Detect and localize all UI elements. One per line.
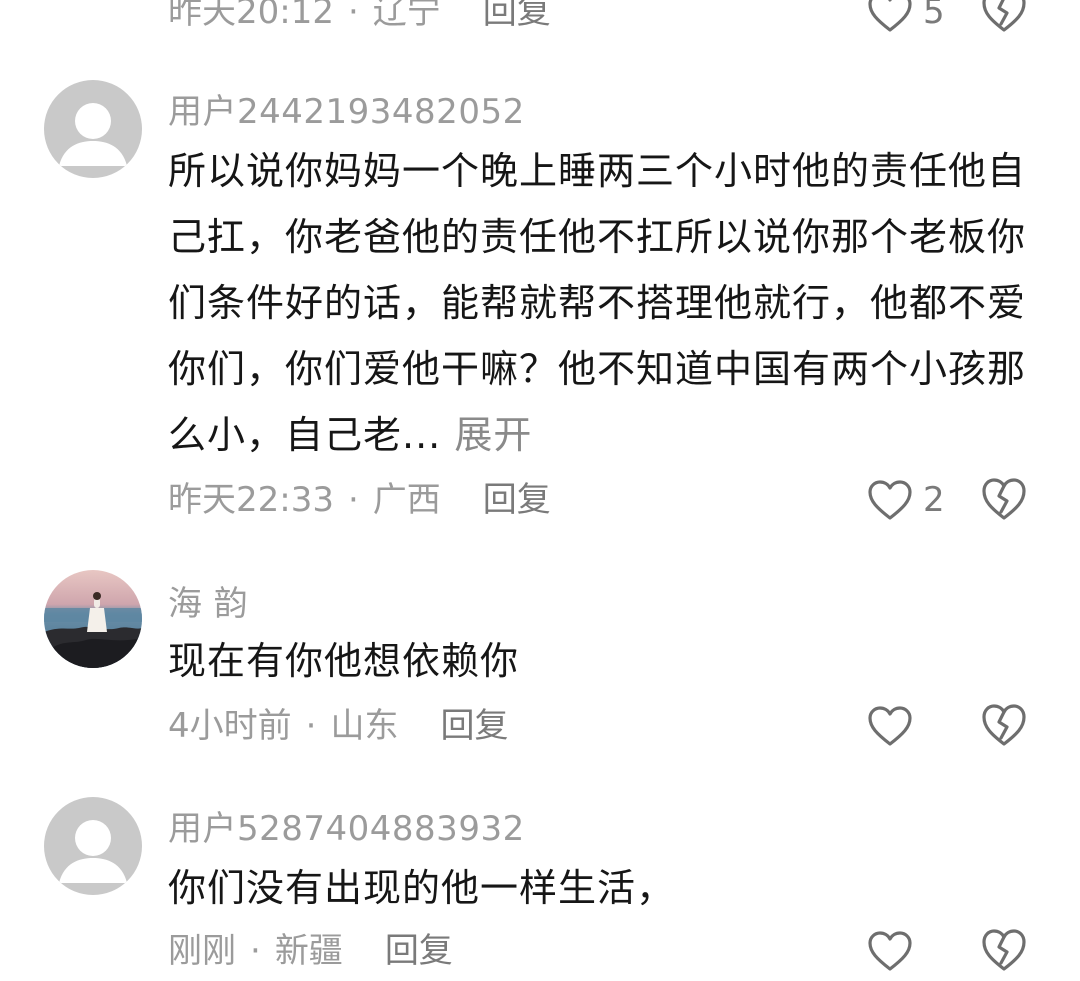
comment-text: 现在有你他想依赖你	[168, 628, 1030, 694]
like-count: 2	[923, 480, 945, 520]
meta-separator: ·	[305, 706, 317, 746]
comment-time: 昨天20:12	[168, 0, 334, 32]
default-avatar-icon	[59, 820, 127, 883]
comment-time: 4小时前	[168, 706, 292, 746]
comment-location: 新疆	[274, 931, 343, 971]
expand-link[interactable]: 展开	[454, 413, 532, 457]
comment-location: 辽宁	[372, 0, 441, 32]
like-button[interactable]: 2	[867, 470, 945, 530]
like-button[interactable]	[867, 696, 945, 756]
like-button[interactable]: 5	[867, 0, 945, 42]
comment-location: 广西	[372, 480, 441, 520]
default-avatar-icon	[59, 103, 127, 166]
reply-button[interactable]: 回复	[483, 0, 551, 32]
reply-button[interactable]: 回复	[483, 480, 551, 520]
comment-body: 你们没有出现的他一样生活，	[168, 866, 676, 910]
broken-heart-icon[interactable]	[980, 476, 1028, 522]
comment-text: 你们没有出现的他一样生活，	[168, 855, 1030, 921]
username[interactable]: 用户2442193482052	[168, 84, 525, 133]
heart-outline-icon	[867, 479, 913, 521]
username[interactable]: 海 韵	[168, 576, 248, 625]
comment-item: 用户5287404883932 你们没有出现的他一样生活， 刚刚 · 新疆 回复	[0, 797, 1080, 973]
like-button[interactable]	[867, 921, 945, 981]
broken-heart-icon[interactable]	[980, 0, 1028, 34]
photo-avatar-image	[44, 570, 142, 668]
broken-heart-icon[interactable]	[980, 702, 1028, 748]
comment-item: 用户2442193482052 所以说你妈妈一个晚上睡两三个小时他的责任他自己扛…	[0, 78, 1080, 538]
meta-separator: ·	[347, 0, 359, 32]
broken-heart-icon[interactable]	[980, 927, 1028, 973]
avatar[interactable]	[44, 797, 142, 895]
comment-time: 昨天22:33	[168, 480, 334, 520]
username[interactable]: 用户5287404883932	[168, 801, 525, 850]
avatar[interactable]	[44, 80, 142, 178]
reply-button[interactable]: 回复	[440, 706, 508, 746]
comment-time: 刚刚	[168, 931, 236, 971]
like-count: 5	[923, 0, 945, 32]
comment-body: 所以说你妈妈一个晚上睡两三个小时他的责任他自己扛，你老爸他的责任他不扛所以说你那…	[168, 149, 1027, 457]
comment-location: 山东	[330, 706, 399, 746]
heart-outline-icon	[867, 0, 913, 33]
heart-outline-icon	[867, 930, 913, 972]
comment-body: 现在有你他想依赖你	[168, 639, 520, 683]
avatar[interactable]	[44, 570, 142, 668]
heart-outline-icon	[867, 705, 913, 747]
comment-item: 昨天20:12 · 辽宁 回复 5	[0, 0, 1080, 40]
comment-text: 所以说你妈妈一个晚上睡两三个小时他的责任他自己扛，你老爸他的责任他不扛所以说你那…	[168, 138, 1030, 468]
meta-separator: ·	[250, 931, 261, 971]
comment-item: 海 韵 现在有你他想依赖你 4小时前 · 山东 回复	[0, 570, 1080, 760]
reply-button[interactable]: 回复	[385, 931, 453, 971]
meta-separator: ·	[347, 480, 359, 520]
